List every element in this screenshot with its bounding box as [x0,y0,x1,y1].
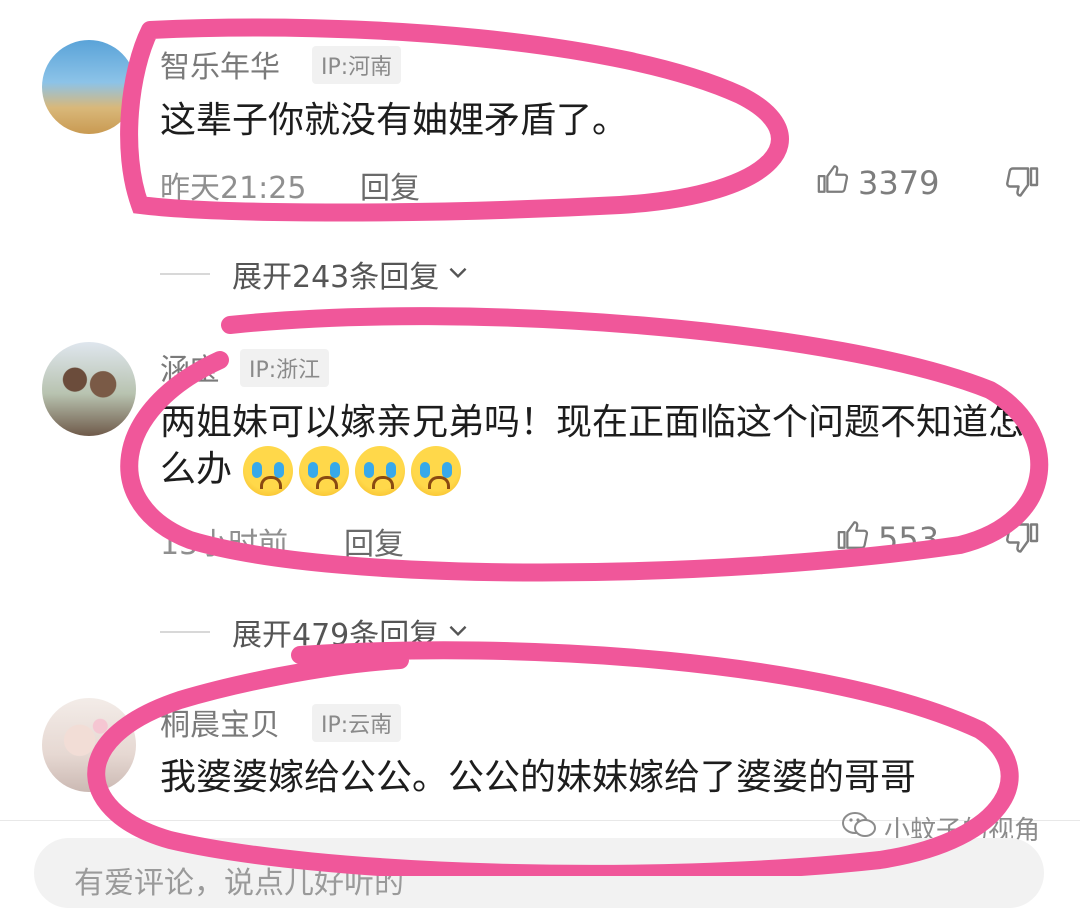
reply-button[interactable]: 回复 [360,163,420,207]
comment-item: 智乐年华 IP:河南 这辈子你就没有妯娌矛盾了。 昨天21:25 回复 3379… [0,0,1080,300]
like-button[interactable]: 3379 [816,162,939,204]
ip-location-badge: IP:浙江 [240,349,330,387]
expand-replies-label: 展开243条回复 [232,260,440,295]
thumbs-up-icon [816,162,850,204]
ip-location-badge: IP:河南 [312,46,402,84]
comment-username[interactable]: 智乐年华 [160,42,280,86]
divider-line [160,273,210,275]
dislike-button[interactable] [1004,164,1040,204]
avatar[interactable] [42,698,136,792]
expand-replies-label: 展开479条回复 [232,618,440,653]
comment-text: 两姐妹可以嫁亲兄弟吗！现在正面临这个问题不知道怎么办 [160,400,1040,496]
comment-username[interactable]: 涵宝 [160,345,220,389]
comment-timestamp: 昨天21:25 [160,171,307,206]
chevron-down-icon [445,617,471,647]
dislike-button[interactable] [1004,520,1040,560]
thumbs-down-icon [1004,167,1040,204]
like-button[interactable]: 553 [836,518,939,560]
reply-button[interactable]: 回复 [344,519,404,563]
avatar[interactable] [42,342,136,436]
like-count: 553 [878,520,940,558]
divider-line [160,631,210,633]
crying-emoji-icon [243,446,294,496]
comment-input-placeholder: 有爱评论，说点儿好听的 [74,866,404,901]
ip-location-badge: IP:云南 [312,704,402,742]
crying-emoji-icon [299,446,350,496]
expand-replies-button[interactable]: 展开243条回复 [160,252,471,296]
comment-text: 我婆婆嫁给公公。公公的妹妹嫁给了婆婆的哥哥 [160,757,917,798]
comment-input[interactable]: 有爱评论，说点儿好听的 [34,838,1044,908]
thumbs-up-icon [836,518,870,560]
comment-username[interactable]: 桐晨宝贝 [160,700,280,744]
expand-replies-button[interactable]: 展开479条回复 [160,610,471,654]
comment-text: 这辈子你就没有妯娌矛盾了。 [160,100,629,141]
crying-emoji-icon [411,446,462,496]
avatar[interactable] [42,40,136,134]
chevron-down-icon [445,259,471,289]
thumbs-down-icon [1004,523,1040,560]
crying-emoji-icon [355,446,406,496]
comment-timestamp: 13小时前 [160,527,289,562]
like-count: 3379 [858,164,940,202]
